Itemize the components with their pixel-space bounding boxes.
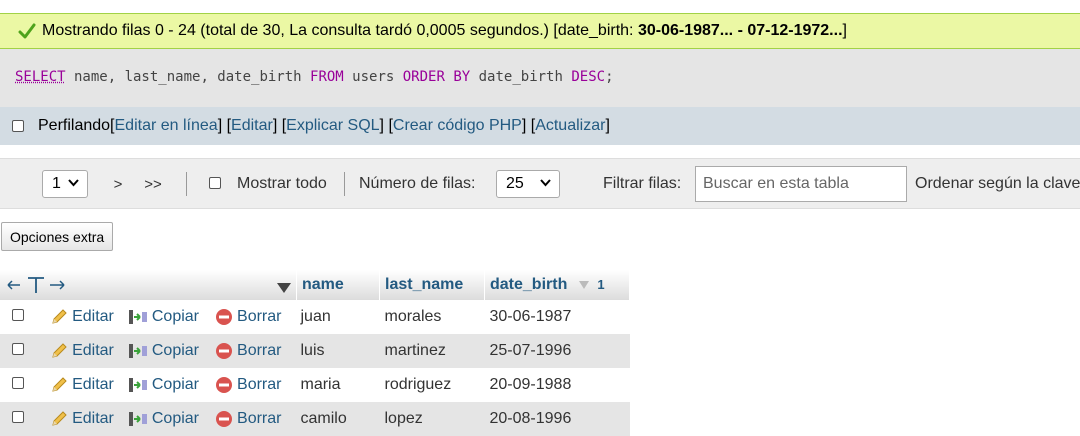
copy-row-button[interactable]: Copiar bbox=[128, 342, 199, 360]
copy-row-button[interactable]: Copiar bbox=[128, 376, 199, 394]
filter-label: Filtrar filas: bbox=[603, 175, 682, 192]
chevron-down-icon bbox=[540, 179, 551, 187]
row-checkbox[interactable] bbox=[12, 309, 24, 321]
pencil-icon bbox=[52, 343, 67, 358]
rows-select[interactable]: 25 bbox=[496, 170, 560, 198]
separator bbox=[344, 172, 345, 196]
last-page-button[interactable]: >> bbox=[136, 170, 170, 198]
cell-name[interactable]: camilo bbox=[296, 402, 380, 436]
copy-icon bbox=[128, 412, 147, 426]
edit-row-button[interactable]: Editar bbox=[50, 342, 114, 360]
copy-row-button[interactable]: Copiar bbox=[128, 410, 199, 428]
edit-row-button[interactable]: Editar bbox=[50, 308, 114, 326]
edit-inline-link[interactable]: Editar en línea bbox=[115, 117, 218, 135]
sort-order-index: 1 bbox=[597, 277, 605, 292]
edit-row-button[interactable]: Editar bbox=[50, 376, 114, 394]
delete-icon bbox=[216, 411, 233, 427]
pencil-icon bbox=[52, 309, 67, 324]
column-options-dropdown-icon[interactable] bbox=[277, 280, 291, 298]
delete-row-button[interactable]: Borrar bbox=[215, 376, 281, 394]
date-range: 30-06-1987... - 07-12-1972... bbox=[637, 22, 843, 39]
table-row: Editar Copiar Borrar camilo lopez 20-08-1996 bbox=[0, 402, 630, 436]
rows-label: Número de filas: bbox=[359, 175, 476, 192]
sql-query-box: SELECT name, last_name, date_birth FROM … bbox=[0, 49, 1080, 107]
cell-last-name[interactable]: martinez bbox=[379, 334, 485, 368]
show-all-checkbox[interactable] bbox=[209, 177, 221, 189]
delete-row-button[interactable]: Borrar bbox=[215, 308, 281, 326]
column-header-last-name[interactable]: last_name bbox=[379, 270, 485, 300]
sort-by-key-label: Ordenar según la clave bbox=[915, 175, 1080, 192]
pencil-icon bbox=[52, 377, 67, 392]
create-php-link[interactable]: Crear código PHP bbox=[393, 117, 522, 135]
column-resize-arrows-icon[interactable] bbox=[6, 276, 66, 299]
table-header-row: name last_name date_birth 1 bbox=[0, 270, 630, 300]
delete-icon bbox=[216, 377, 233, 393]
row-checkbox[interactable] bbox=[12, 377, 24, 389]
edit-link[interactable]: Editar bbox=[231, 117, 273, 135]
action-header bbox=[0, 270, 297, 300]
cell-name[interactable]: maria bbox=[296, 368, 380, 402]
profiling-checkbox[interactable] bbox=[12, 120, 24, 132]
separator bbox=[186, 172, 187, 196]
cell-last-name[interactable]: rodriguez bbox=[379, 368, 485, 402]
cell-name[interactable]: luis bbox=[296, 334, 380, 368]
delete-row-button[interactable]: Borrar bbox=[215, 410, 281, 428]
explain-sql-link[interactable]: Explicar SQL bbox=[286, 117, 379, 135]
chevron-down-icon bbox=[68, 179, 79, 187]
sort-desc-icon bbox=[579, 281, 590, 289]
copy-row-button[interactable]: Copiar bbox=[128, 308, 199, 326]
filter-search-input[interactable] bbox=[695, 166, 907, 202]
table-row: Editar Copiar Borrar juan morales 30-06-1987 bbox=[0, 300, 630, 334]
cell-date-birth[interactable]: 20-08-1996 bbox=[484, 402, 630, 436]
next-page-button[interactable]: > bbox=[103, 170, 133, 198]
cell-date-birth[interactable]: 25-07-1996 bbox=[484, 334, 630, 368]
column-header-date-birth[interactable]: date_birth 1 bbox=[484, 270, 630, 300]
sql-query: SELECT name, last_name, date_birth FROM … bbox=[15, 69, 614, 85]
query-actions-bar: Perfilando [ Editar en línea ] [ Editar … bbox=[0, 107, 1080, 145]
table-row: Editar Copiar Borrar luis martinez 25-07-1996 bbox=[0, 334, 630, 368]
cell-name[interactable]: juan bbox=[296, 300, 380, 334]
copy-icon bbox=[128, 378, 147, 392]
delete-icon bbox=[216, 343, 233, 359]
refresh-link[interactable]: Actualizar bbox=[535, 117, 605, 135]
column-header-name[interactable]: name bbox=[296, 270, 380, 300]
cell-last-name[interactable]: morales bbox=[379, 300, 485, 334]
page-select[interactable]: 1 bbox=[42, 170, 88, 198]
row-checkbox[interactable] bbox=[12, 411, 24, 423]
row-checkbox[interactable] bbox=[12, 343, 24, 355]
cell-date-birth[interactable]: 20-09-1988 bbox=[484, 368, 630, 402]
table-row: Editar Copiar Borrar maria rodriguez 20-09-19… bbox=[0, 368, 630, 402]
copy-icon bbox=[128, 310, 147, 324]
checkmark-icon bbox=[18, 22, 36, 40]
delete-row-button[interactable]: Borrar bbox=[215, 342, 281, 360]
profiling-label[interactable]: Perfilando bbox=[38, 117, 110, 135]
cell-date-birth[interactable]: 30-06-1987 bbox=[484, 300, 630, 334]
edit-row-button[interactable]: Editar bbox=[50, 410, 114, 428]
copy-icon bbox=[128, 344, 147, 358]
sql-keyword-select[interactable]: SELECT bbox=[15, 69, 66, 85]
success-message: Mostrando filas 0 - 24 (total de 30, La … bbox=[0, 13, 1080, 49]
show-all-label[interactable]: Mostrar todo bbox=[237, 175, 327, 193]
success-text: Mostrando filas 0 - 24 (total de 30, La … bbox=[42, 22, 847, 39]
delete-icon bbox=[216, 309, 233, 325]
results-table: name last_name date_birth 1 Editar Copiar B… bbox=[0, 270, 630, 436]
cell-last-name[interactable]: lopez bbox=[379, 402, 485, 436]
navigation-bar: 1 > >> Mostrar todo Número de filas: 25 … bbox=[0, 158, 1080, 209]
extra-options-button[interactable]: Opciones extra bbox=[1, 222, 114, 251]
pencil-icon bbox=[52, 411, 67, 426]
